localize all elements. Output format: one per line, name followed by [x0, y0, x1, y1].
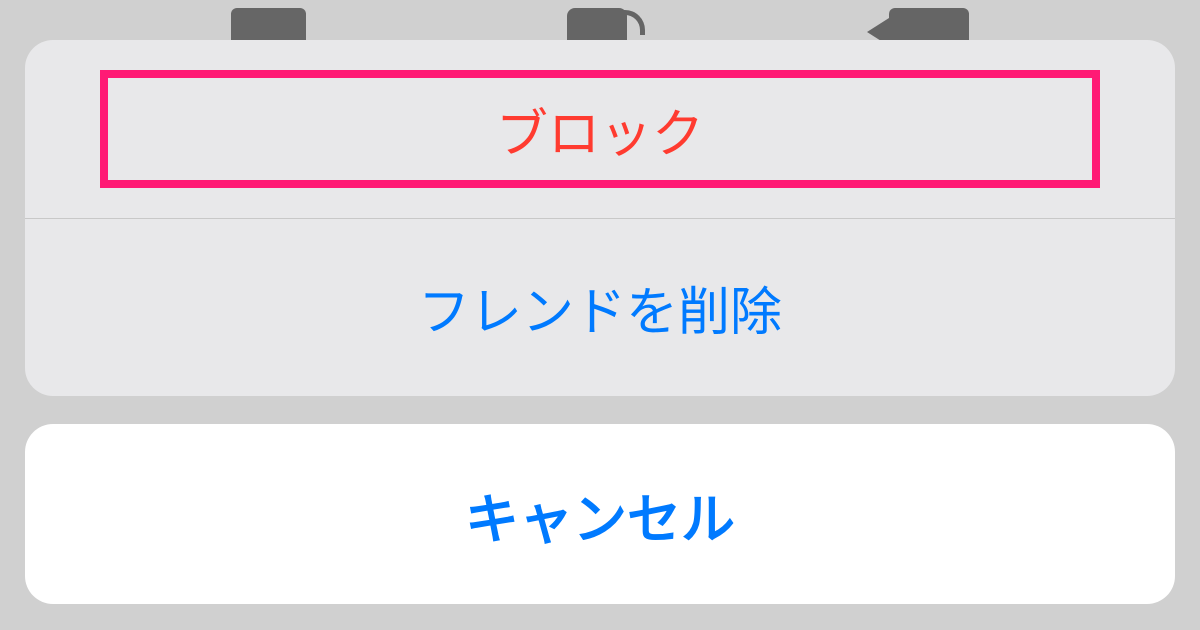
- block-button[interactable]: ブロック: [25, 40, 1175, 218]
- block-label: ブロック: [496, 92, 704, 167]
- cancel-sheet: キャンセル: [25, 424, 1175, 604]
- delete-friend-label: フレンドを削除: [418, 270, 782, 345]
- cancel-button[interactable]: キャンセル: [25, 424, 1175, 604]
- delete-friend-button[interactable]: フレンドを削除: [25, 218, 1175, 396]
- action-sheet: ブロック フレンドを削除: [25, 40, 1175, 396]
- cancel-label: キャンセル: [465, 475, 735, 554]
